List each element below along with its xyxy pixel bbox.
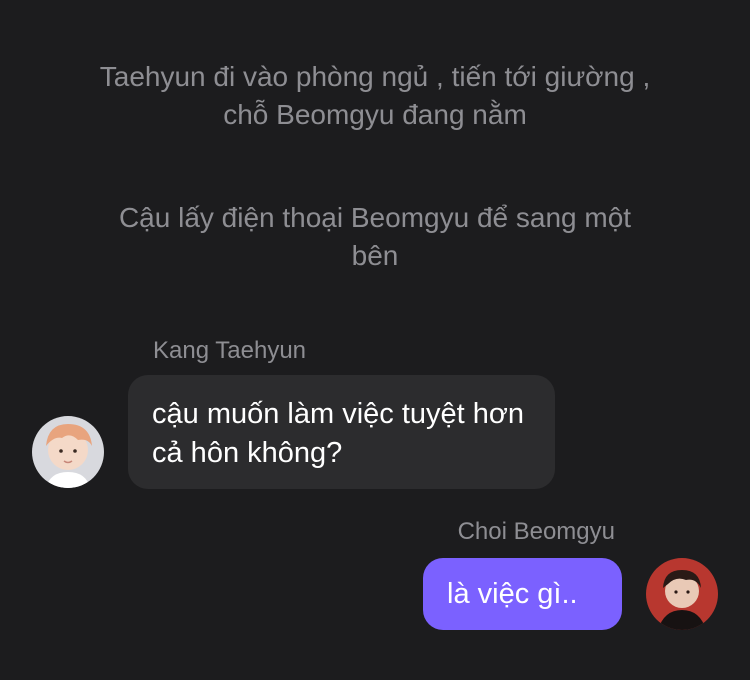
message-bubble-incoming[interactable]: cậu muốn làm việc tuyệt hơn cả hôn không… — [128, 375, 555, 489]
narration-text: Cậu lấy điện thoại Beomgyu để sang một b… — [118, 202, 632, 271]
message-bubble-outgoing[interactable]: là việc gì.. — [423, 558, 622, 630]
avatar[interactable] — [646, 558, 718, 630]
avatar[interactable] — [32, 416, 104, 488]
sender-name: Kang Taehyun — [153, 337, 307, 364]
narration-text: Taehyun đi vào phòng ngủ , tiến tới giườ… — [99, 61, 651, 130]
sender-name: Choi Beomgyu — [457, 518, 615, 545]
